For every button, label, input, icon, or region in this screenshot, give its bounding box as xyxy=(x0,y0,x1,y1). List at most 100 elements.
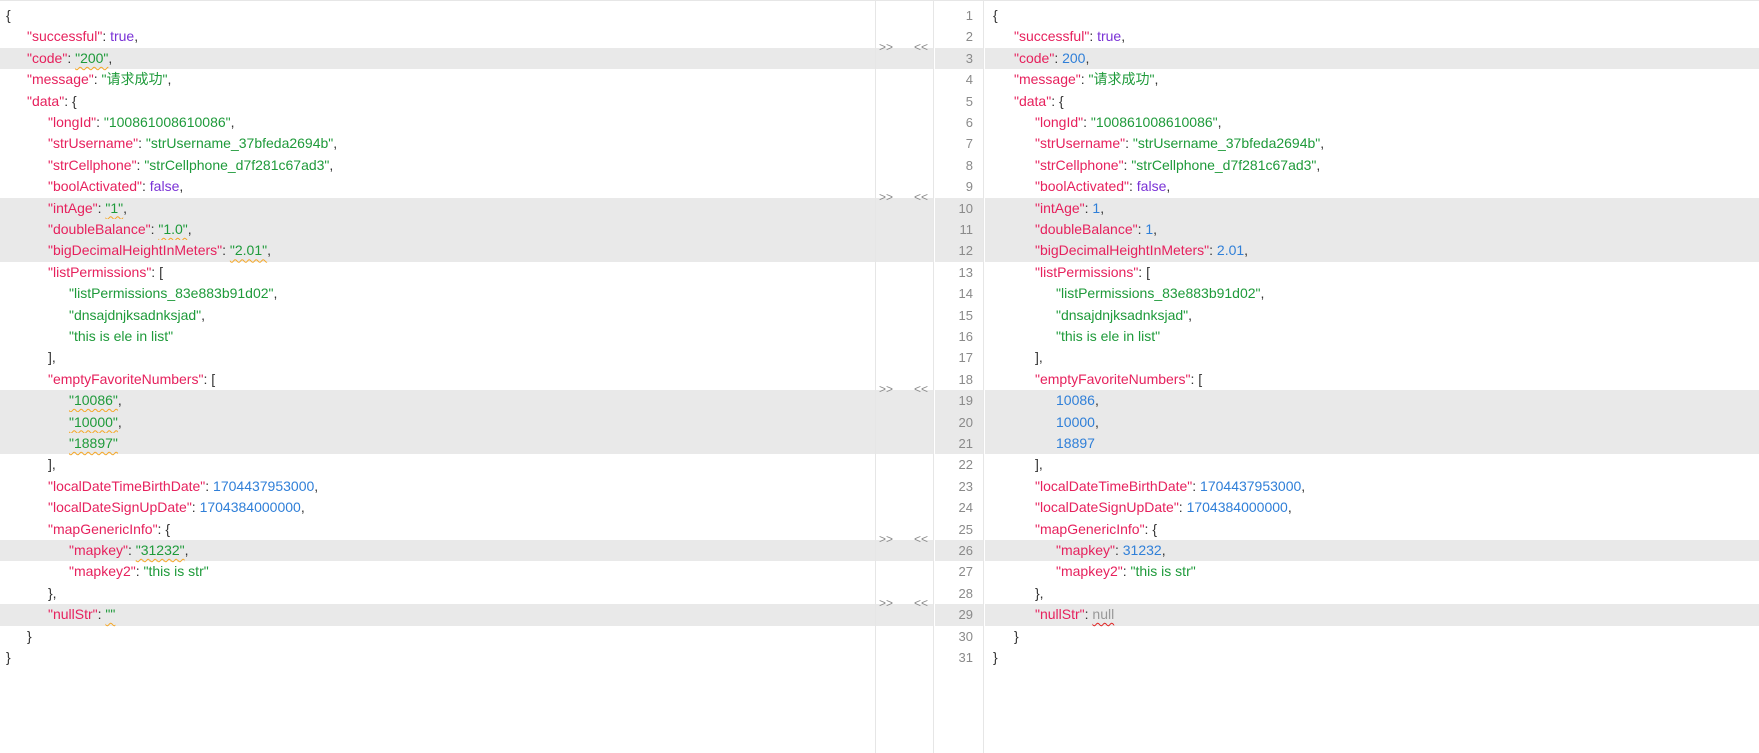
json-punctuation: : xyxy=(1209,242,1217,259)
line-number-row: 19 xyxy=(935,390,983,412)
json-punctuation: , xyxy=(123,199,128,216)
copy-to-right-button[interactable]: >> xyxy=(879,532,893,546)
right-json-pane[interactable]: {"successful": true, "code": 200, "message… xyxy=(985,1,1759,753)
left-code-line-content: "emptyFavoriteNumbers": [ xyxy=(48,369,215,390)
right-code-line-content: "listPermissions_83e883b91d02", xyxy=(1056,283,1264,304)
copy-to-left-button[interactable]: << xyxy=(914,532,928,546)
right-code-line-content: "longId": "100861008610086", xyxy=(1035,112,1222,133)
json-punctuation: , xyxy=(201,306,206,323)
json-punctuation: : [ xyxy=(151,263,163,280)
json-key: "mapkey2" xyxy=(1056,563,1123,580)
json-punctuation: , xyxy=(117,413,122,430)
line-number: 21 xyxy=(958,436,973,451)
json-string: "请求成功" xyxy=(1088,71,1155,88)
json-key: "mapkey" xyxy=(69,542,128,558)
right-code-line: "mapkey2": "this is str" xyxy=(985,561,1759,582)
copy-to-right-button[interactable]: >> xyxy=(879,596,893,610)
line-number-row: 7 xyxy=(935,133,983,154)
left-code-line: "this is ele in list" xyxy=(0,326,875,347)
json-punctuation: , xyxy=(329,156,334,173)
json-boolean: false xyxy=(149,178,180,195)
copy-to-right-button[interactable]: >> xyxy=(879,190,893,204)
copy-to-left-button[interactable]: << xyxy=(914,40,928,54)
json-punctuation: } xyxy=(993,649,998,665)
right-code-line-content: "doubleBalance": 1, xyxy=(1035,219,1157,240)
right-code-line-content: "code": 200, xyxy=(1014,48,1089,69)
right-code-line-content: "bigDecimalHeightInMeters": 2.01, xyxy=(1035,240,1248,261)
left-code-line-content: }, xyxy=(48,583,57,604)
copy-to-right-button[interactable]: >> xyxy=(879,40,893,54)
json-punctuation: : xyxy=(96,114,104,130)
json-key: "localDateTimeBirthDate" xyxy=(48,477,206,494)
line-number: 19 xyxy=(958,393,973,409)
right-code-line-content: "mapkey": 31232, xyxy=(1056,540,1166,561)
json-punctuation: , xyxy=(1244,242,1249,259)
right-code-line-content: } xyxy=(993,647,998,668)
left-code-line-content: "listPermissions_83e883b91d02", xyxy=(69,283,277,304)
left-code-line-content: } xyxy=(27,626,32,647)
copy-to-left-button[interactable]: << xyxy=(914,596,928,610)
json-key: "data" xyxy=(27,92,65,109)
json-number: 1704437953000 xyxy=(213,477,315,494)
line-number: 5 xyxy=(965,93,973,109)
line-number-row: 15 xyxy=(935,305,983,326)
right-code-line: "data": { xyxy=(985,91,1759,112)
left-code-line-content: "mapkey": "31232", xyxy=(69,540,189,561)
json-key: "listPermissions" xyxy=(1035,263,1139,280)
json-punctuation: , xyxy=(167,71,172,88)
right-code-line: "localDateTimeBirthDate": 1704437953000, xyxy=(985,476,1759,497)
right-code-line: "doubleBalance": 1, xyxy=(985,219,1759,241)
json-diff-viewer: {"successful": true, "code": "200", "messa… xyxy=(0,0,1759,753)
line-number: 1 xyxy=(965,8,973,23)
json-punctuation: , xyxy=(1316,156,1321,173)
json-string: "100861008610086" xyxy=(1090,114,1218,130)
changed-line-band xyxy=(876,240,933,262)
line-number: 26 xyxy=(958,543,973,558)
copy-to-left-button[interactable]: << xyxy=(914,190,928,204)
json-punctuation: , xyxy=(117,392,122,409)
json-key: "listPermissions" xyxy=(48,263,152,280)
json-number: 10086 xyxy=(1056,392,1095,409)
left-code-line-content: "strCellphone": "strCellphone_d7f281c67a… xyxy=(48,155,333,176)
left-code-line: "10086", xyxy=(0,390,875,412)
json-punctuation: , xyxy=(333,135,338,152)
line-number: 22 xyxy=(958,457,973,473)
left-code-line-content: "data": { xyxy=(27,91,77,112)
left-code-line-content: "strUsername": "strUsername_37bfeda2694b… xyxy=(48,133,337,154)
json-punctuation: , xyxy=(1287,499,1292,516)
json-string: "18897" xyxy=(69,435,118,451)
json-string: "strCellphone_d7f281c67ad3" xyxy=(144,156,330,173)
right-code-line-content: "localDateTimeBirthDate": 1704437953000, xyxy=(1035,476,1305,497)
json-punctuation: : xyxy=(1178,499,1187,516)
line-number-row: 10 xyxy=(935,197,983,219)
line-number: 7 xyxy=(965,136,973,152)
line-number: 17 xyxy=(958,350,973,366)
json-punctuation: : xyxy=(1083,114,1091,130)
json-punctuation: , xyxy=(187,221,192,237)
json-punctuation: , xyxy=(1320,135,1325,152)
copy-to-right-button[interactable]: >> xyxy=(879,382,893,396)
json-punctuation: , xyxy=(1217,114,1222,130)
json-punctuation: : xyxy=(1080,71,1089,88)
right-code-line: "boolActivated": false, xyxy=(985,176,1759,197)
line-number: 18 xyxy=(958,371,973,387)
json-string: "strUsername_37bfeda2694b" xyxy=(145,135,334,152)
right-code-line: 18897 xyxy=(985,433,1759,455)
json-key: "localDateTimeBirthDate" xyxy=(1035,477,1193,494)
right-code-line: { xyxy=(985,5,1759,26)
left-code-line: } xyxy=(0,626,875,647)
left-json-pane[interactable]: {"successful": true, "code": "200", "messa… xyxy=(0,1,876,753)
json-punctuation: , xyxy=(1188,306,1193,323)
line-number: 20 xyxy=(958,414,973,430)
left-code-line: "code": "200", xyxy=(0,47,875,70)
right-code-line-content: { xyxy=(993,5,998,26)
copy-to-left-button[interactable]: << xyxy=(914,382,928,396)
json-punctuation: } xyxy=(1014,627,1019,644)
line-number-row: 20 xyxy=(935,411,983,433)
json-punctuation: , xyxy=(1094,413,1099,430)
left-code-line: "mapkey2": "this is str" xyxy=(0,561,875,582)
right-code-line-content: ], xyxy=(1035,347,1043,368)
right-code-line: ], xyxy=(985,347,1759,368)
json-string: "strCellphone_d7f281c67ad3" xyxy=(1131,156,1317,173)
json-punctuation: : { xyxy=(1051,92,1064,109)
